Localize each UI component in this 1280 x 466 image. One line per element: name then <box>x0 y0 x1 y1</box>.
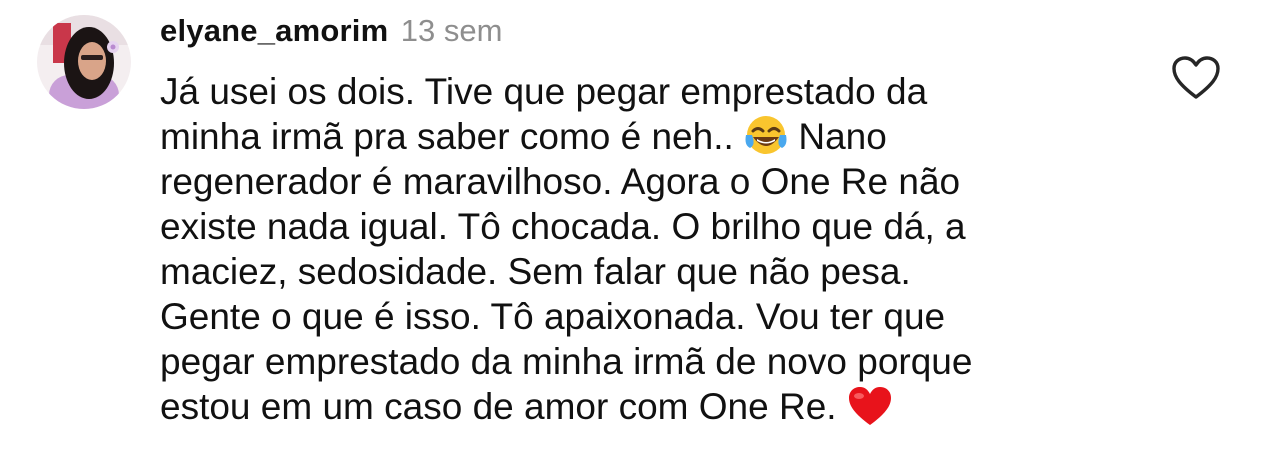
username[interactable]: elyane_amorim <box>160 13 388 48</box>
avatar[interactable] <box>37 15 131 109</box>
comment-line: Gente o que é isso. Tô apaixonada. Vou t… <box>160 296 946 337</box>
comment: elyane_amorim 13 sem Já usei os dois. Ti… <box>0 0 1280 466</box>
comment-line: regenerador é maravilhoso. Agora o One R… <box>160 161 961 202</box>
comment-line-text: estou em um caso de amor com One Re. <box>160 386 837 427</box>
comment-header: elyane_amorim 13 sem <box>160 11 502 51</box>
comment-line: estou em um caso de amor com One Re. <box>160 384 1160 429</box>
face-with-tears-of-joy-emoji <box>744 115 788 157</box>
red-heart-emoji <box>847 385 893 427</box>
avatar-photo <box>37 15 131 109</box>
timestamp: 13 sem <box>400 13 503 48</box>
comment-line: minha irmã pra saber como é neh.. Nano <box>160 114 1160 159</box>
comment-text: Já usei os dois. Tive que pegar empresta… <box>160 69 1160 429</box>
like-button[interactable] <box>1170 54 1222 102</box>
comment-line: Já usei os dois. Tive que pegar empresta… <box>160 71 928 112</box>
comment-line-text: minha irmã pra saber como é neh.. <box>160 116 734 157</box>
comment-line-text: Nano <box>798 116 887 157</box>
comment-line: pegar emprestado da minha irmã de novo p… <box>160 341 973 382</box>
heart-outline-icon <box>1172 56 1220 99</box>
comment-line: existe nada igual. Tô chocada. O brilho … <box>160 206 966 247</box>
comment-line: maciez, sedosidade. Sem falar que não pe… <box>160 251 911 292</box>
